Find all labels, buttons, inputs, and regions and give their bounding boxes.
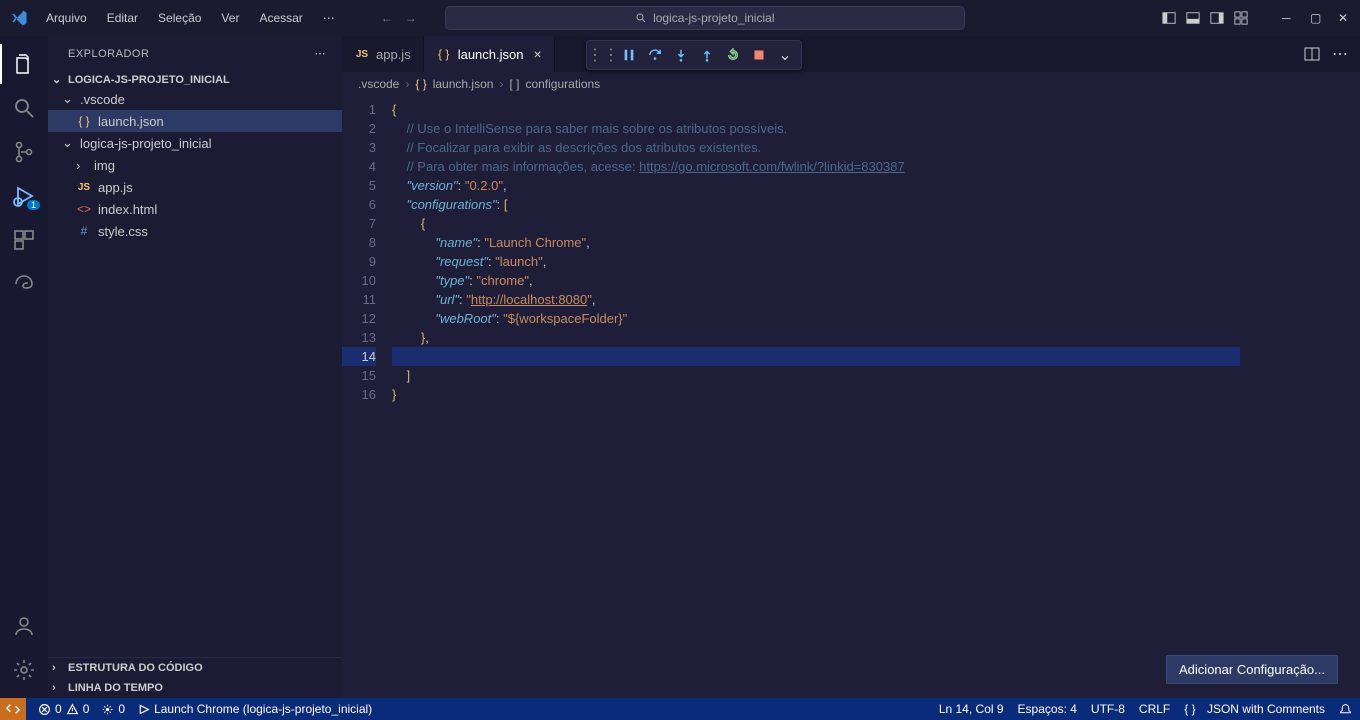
status-ports[interactable]: 0	[101, 702, 125, 716]
menu-file[interactable]: Arquivo	[38, 7, 95, 29]
activity-explorer-icon[interactable]	[0, 44, 48, 84]
activity-extensions-icon[interactable]	[0, 220, 48, 260]
editor-more-icon[interactable]: ⋯	[1332, 44, 1348, 64]
layout-bottom-icon[interactable]	[1186, 11, 1200, 25]
window-close-icon[interactable]: ✕	[1338, 11, 1352, 25]
debug-badge: 1	[27, 200, 40, 210]
close-icon[interactable]: ×	[533, 46, 541, 62]
debug-dropdown-icon[interactable]: ⌄	[773, 43, 797, 67]
chevron-down-icon: ⌄	[52, 73, 64, 86]
window-minimize-icon[interactable]: ─	[1282, 11, 1296, 25]
outline-section[interactable]: › ESTRUTURA DO CÓDIGO	[48, 658, 342, 678]
activity-edge-icon[interactable]	[0, 264, 48, 304]
code-content[interactable]: { // Use o IntelliSense para saber mais …	[392, 96, 1360, 698]
tab-launch-json[interactable]: { } launch.json ×	[424, 36, 555, 72]
main-menu: Arquivo Editar Seleção Ver Acessar ⋯	[38, 7, 343, 29]
status-debug-target[interactable]: Launch Chrome (logica-js-projeto_inicial…	[137, 702, 372, 716]
chevron-right-icon: ›	[52, 662, 64, 674]
file-style-css[interactable]: # style.css	[48, 220, 342, 242]
sidebar-header: EXPLORADOR ⋯	[48, 36, 342, 71]
json-icon: { }	[436, 47, 452, 61]
folder-project[interactable]: ⌄ logica-js-projeto_inicial	[48, 132, 342, 154]
html-icon: <>	[76, 202, 92, 216]
activity-bar: 1	[0, 36, 48, 698]
layout-buttons	[1162, 11, 1248, 25]
split-editor-icon[interactable]	[1304, 46, 1320, 62]
minimap[interactable]	[1250, 156, 1360, 356]
file-index-html[interactable]: <> index.html	[48, 198, 342, 220]
menu-go[interactable]: Acessar	[251, 7, 310, 29]
tab-app-js[interactable]: JS app.js	[342, 36, 424, 72]
chevron-down-icon: ⌄	[62, 135, 74, 151]
breadcrumb[interactable]: .vscode › { } launch.json › [ ] configur…	[342, 72, 1360, 96]
nav-back-icon[interactable]: ←	[381, 11, 393, 25]
chevron-right-icon: ›	[405, 77, 409, 91]
js-icon: JS	[354, 49, 370, 60]
debug-stop-icon[interactable]	[747, 43, 771, 67]
editor-area: JS app.js { } launch.json × ⋯ ⋮⋮ ⌄	[342, 36, 1360, 698]
css-icon: #	[76, 224, 92, 238]
menu-selection[interactable]: Seleção	[150, 7, 209, 29]
debug-toolbar[interactable]: ⋮⋮ ⌄	[586, 40, 802, 70]
debug-restart-icon[interactable]	[721, 43, 745, 67]
sidebar-title: EXPLORADOR	[68, 48, 149, 60]
menu-edit[interactable]: Editar	[99, 7, 146, 29]
vscode-logo-icon	[8, 7, 30, 29]
debug-step-into-icon[interactable]	[669, 43, 693, 67]
remote-indicator[interactable]	[0, 698, 26, 720]
search-text: logica-js-projeto_inicial	[653, 11, 774, 25]
status-eol[interactable]: CRLF	[1139, 702, 1170, 716]
file-tree: ⌄ .vscode { } launch.json ⌄ logica-js-pr…	[48, 88, 342, 242]
debug-step-over-icon[interactable]	[643, 43, 667, 67]
folder-vscode[interactable]: ⌄ .vscode	[48, 88, 342, 110]
nav-forward-icon[interactable]: →	[405, 11, 417, 25]
json-icon: { }	[76, 114, 92, 128]
command-search[interactable]: logica-js-projeto_inicial	[445, 6, 965, 30]
debug-pause-icon[interactable]	[617, 43, 641, 67]
layout-right-icon[interactable]	[1210, 11, 1224, 25]
explorer-sidebar: EXPLORADOR ⋯ ⌄ LOGICA-JS-PROJETO_INICIAL…	[48, 36, 342, 698]
chevron-right-icon: ›	[76, 158, 88, 173]
debug-step-out-icon[interactable]	[695, 43, 719, 67]
file-app-js[interactable]: JS app.js	[48, 176, 342, 198]
add-configuration-button[interactable]: Adicionar Configuração...	[1166, 655, 1338, 684]
chevron-down-icon: ⌄	[62, 91, 74, 107]
folder-img[interactable]: › img	[48, 154, 342, 176]
layout-grid-icon[interactable]	[1234, 11, 1248, 25]
layout-left-icon[interactable]	[1162, 11, 1176, 25]
menu-view[interactable]: Ver	[213, 7, 247, 29]
activity-scm-icon[interactable]	[0, 132, 48, 172]
project-root[interactable]: ⌄ LOGICA-JS-PROJETO_INICIAL	[48, 71, 342, 88]
status-encoding[interactable]: UTF-8	[1091, 702, 1125, 716]
status-errors[interactable]: 0 0	[38, 702, 89, 716]
status-notifications-icon[interactable]	[1339, 702, 1352, 716]
activity-settings-icon[interactable]	[0, 650, 48, 690]
timeline-section[interactable]: › LINHA DO TEMPO	[48, 678, 342, 698]
status-cursor-position[interactable]: Ln 14, Col 9	[939, 702, 1004, 716]
activity-search-icon[interactable]	[0, 88, 48, 128]
drag-handle-icon[interactable]: ⋮⋮	[591, 43, 615, 67]
window-maximize-icon[interactable]: ▢	[1310, 11, 1324, 25]
line-gutter: 12345678910111213141516	[342, 96, 392, 698]
status-indentation[interactable]: Espaços: 4	[1018, 702, 1077, 716]
nav-buttons: ← →	[381, 11, 417, 25]
status-language[interactable]: { } JSON with Comments	[1184, 702, 1325, 716]
sidebar-more-icon[interactable]: ⋯	[315, 47, 327, 60]
menu-more[interactable]: ⋯	[315, 7, 343, 29]
status-bar: 0 0 0 Launch Chrome (logica-js-projeto_i…	[0, 698, 1360, 720]
title-bar: Arquivo Editar Seleção Ver Acessar ⋯ ← →…	[0, 0, 1360, 36]
js-icon: JS	[76, 182, 92, 193]
editor-tabs: JS app.js { } launch.json × ⋯	[342, 36, 1360, 72]
chevron-right-icon: ›	[52, 682, 64, 694]
array-icon: [ ]	[509, 77, 519, 91]
json-icon: { }	[415, 77, 426, 91]
activity-debug-icon[interactable]: 1	[0, 176, 48, 216]
chevron-right-icon: ›	[499, 77, 503, 91]
activity-account-icon[interactable]	[0, 606, 48, 646]
file-launch-json[interactable]: { } launch.json	[48, 110, 342, 132]
code-editor[interactable]: 12345678910111213141516 { // Use o Intel…	[342, 96, 1360, 698]
json-icon: { }	[1184, 702, 1195, 716]
